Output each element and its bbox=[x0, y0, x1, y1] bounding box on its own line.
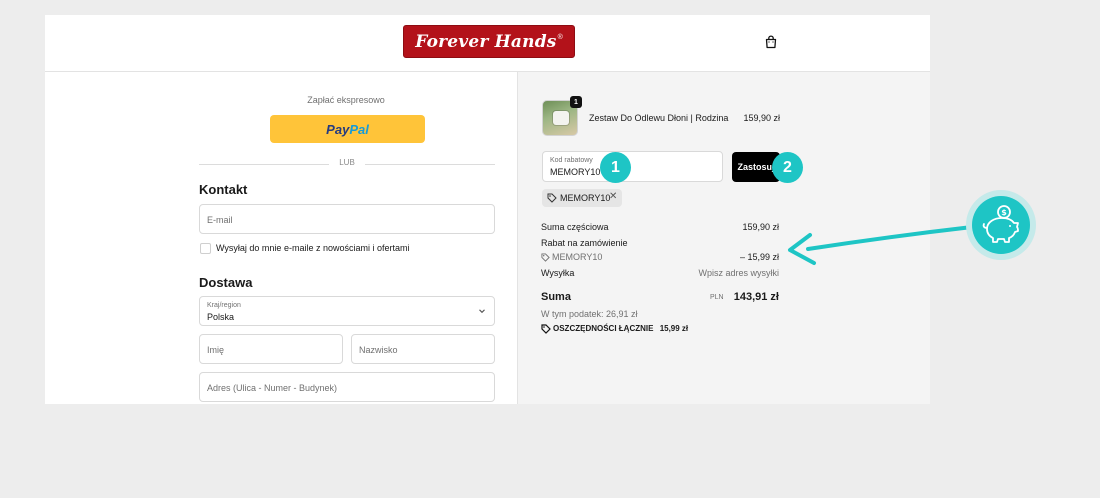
total-savings: OSZCZĘDNOŚCI ŁĄCZNIE 15,99 zł bbox=[553, 324, 688, 333]
discount-code-name: MEMORY10 bbox=[552, 252, 603, 262]
applied-discount-tag: MEMORY10 ✕ bbox=[542, 189, 622, 207]
or-divider: LUB bbox=[199, 158, 495, 170]
total-value: 143,91 zł bbox=[733, 291, 779, 303]
email-placeholder: E-mail bbox=[207, 215, 233, 225]
address-field[interactable]: Adres (Ulica - Numer - Budynek) bbox=[199, 372, 495, 402]
express-checkout-label: Zapłać ekspresowo bbox=[307, 95, 385, 105]
product-image bbox=[553, 111, 569, 125]
last-name-field[interactable]: Nazwisko bbox=[351, 334, 495, 364]
chevron-down-icon bbox=[479, 309, 485, 314]
tag-icon bbox=[547, 193, 557, 203]
savings-label: OSZCZĘDNOŚCI ŁĄCZNIE bbox=[553, 324, 654, 333]
discount-amount: – 15,99 zł bbox=[739, 252, 779, 262]
brand-logo[interactable]: Forever Hands ® bbox=[403, 25, 575, 58]
step-2-badge: 2 bbox=[772, 152, 803, 183]
quantity-badge: 1 bbox=[570, 96, 582, 108]
country-label: Kraj/region bbox=[207, 302, 241, 309]
product-price: 159,90 zł bbox=[743, 113, 780, 123]
tax-note: W tym podatek: 26,91 zł bbox=[541, 309, 638, 319]
piggy-bank-icon: $ bbox=[966, 190, 1036, 260]
logo-text: Forever Hands bbox=[415, 31, 557, 52]
piggy-bank-glyph: $ bbox=[982, 205, 1019, 243]
header: Forever Hands ® bbox=[45, 15, 930, 72]
paypal-button[interactable]: Pay Pal bbox=[270, 115, 425, 143]
annotation-arrow bbox=[788, 225, 974, 265]
discount-code-label: Kod rabatowy bbox=[550, 157, 593, 164]
first-name-placeholder: Imię bbox=[207, 345, 225, 355]
total-currency: PLN bbox=[710, 294, 724, 301]
total-label: Suma bbox=[541, 291, 571, 303]
order-discount-label: Rabat na zamówienie bbox=[541, 238, 628, 248]
first-name-field[interactable]: Imię bbox=[199, 334, 343, 364]
checkout-form: Zapłać ekspresowo Pay Pal LUB Kontakt E-m… bbox=[45, 72, 517, 404]
or-label: LUB bbox=[333, 158, 361, 167]
savings-tag-icon bbox=[541, 324, 551, 334]
paypal-logo-pay: Pay bbox=[326, 121, 350, 137]
discount-code-field[interactable]: Kod rabatowy MEMORY10 bbox=[542, 151, 723, 182]
contact-heading: Kontakt bbox=[199, 182, 248, 197]
divider-line bbox=[365, 164, 495, 165]
shipping-label: Wysyłka bbox=[541, 268, 575, 278]
shipping-value: Wpisz adres wysyłki bbox=[698, 268, 779, 278]
email-field[interactable]: E-mail bbox=[199, 204, 495, 234]
divider-line bbox=[199, 164, 329, 165]
registered-mark: ® bbox=[557, 33, 563, 41]
newsletter-label: Wysyłaj do mnie e-maile z nowościami i o… bbox=[216, 243, 410, 253]
tag-icon bbox=[541, 253, 550, 262]
country-value: Polska bbox=[207, 312, 235, 322]
subtotal-label: Suma częściowa bbox=[541, 222, 609, 232]
step-1-badge: 1 bbox=[600, 152, 631, 183]
piggy-bank-circle: $ bbox=[972, 196, 1030, 254]
discount-tag-label: MEMORY10 bbox=[560, 193, 611, 203]
paypal-logo-pal: Pal bbox=[349, 121, 369, 137]
newsletter-checkbox[interactable] bbox=[200, 243, 211, 254]
savings-value: 15,99 zł bbox=[659, 324, 689, 333]
remove-discount-icon[interactable]: ✕ bbox=[609, 191, 617, 202]
shopping-bag-icon[interactable] bbox=[764, 35, 778, 49]
svg-text:$: $ bbox=[1001, 208, 1007, 217]
discount-code-value: MEMORY10 bbox=[550, 167, 601, 177]
last-name-placeholder: Nazwisko bbox=[359, 345, 398, 355]
delivery-heading: Dostawa bbox=[199, 275, 253, 290]
subtotal-value: 159,90 zł bbox=[742, 222, 779, 232]
country-select[interactable]: Kraj/region Polska bbox=[199, 296, 495, 326]
address-placeholder: Adres (Ulica - Numer - Budynek) bbox=[207, 383, 338, 393]
